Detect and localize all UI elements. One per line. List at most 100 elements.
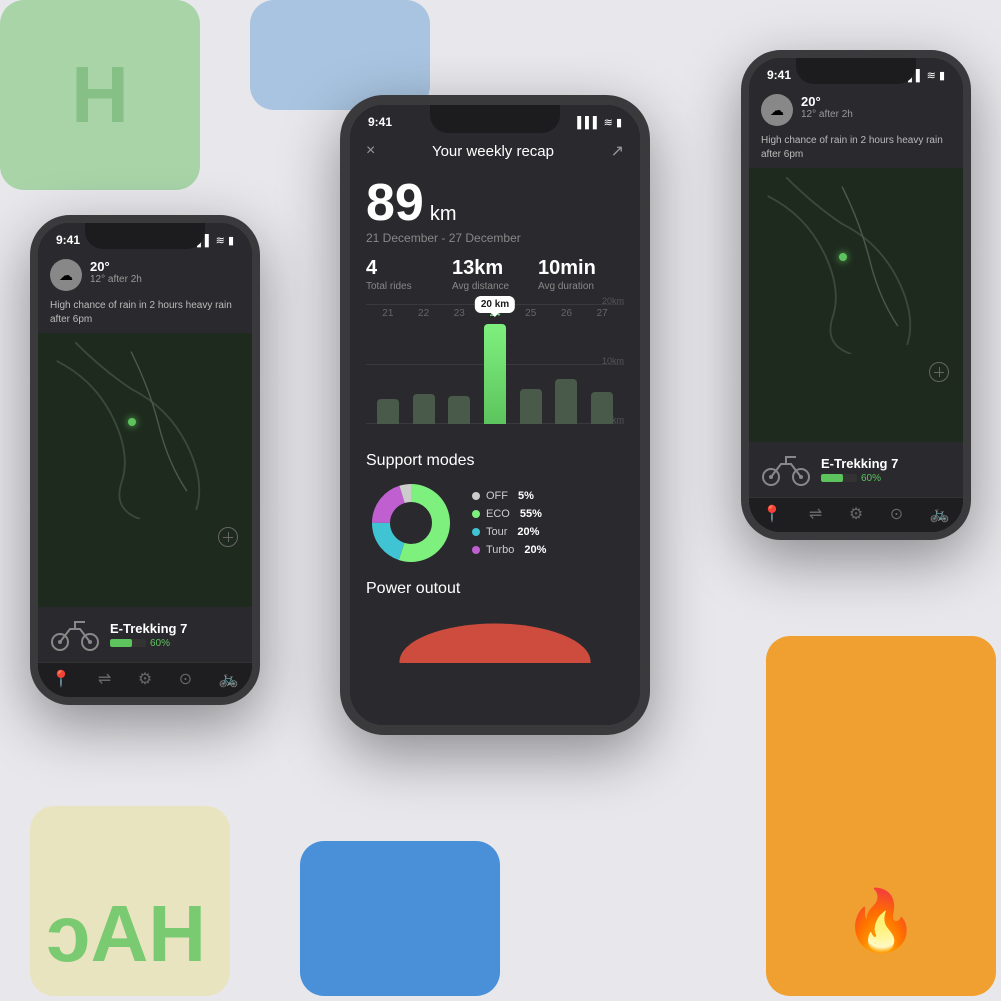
- weather-icon: ☁: [50, 259, 82, 291]
- legend-off: OFF 5%: [472, 490, 546, 502]
- bike-svg-left: [50, 617, 100, 652]
- battery-container-left: 60%: [110, 638, 187, 649]
- bar-22: [413, 394, 435, 424]
- bike-info-left: E-Trekking 7 60%: [110, 621, 187, 649]
- bar-26: [555, 379, 577, 424]
- weather-sub: 12° after 2h: [90, 274, 142, 285]
- battery-fill-right: [821, 474, 843, 482]
- weather-temp: 20°: [90, 259, 142, 274]
- stat-duration: 10min Avg duration: [538, 257, 624, 292]
- nav-icon-settings-left[interactable]: ⚙: [138, 669, 152, 689]
- deco-blue-card: [250, 0, 430, 110]
- close-icon[interactable]: ×: [366, 142, 375, 160]
- bar-24: 20 km: [484, 324, 506, 424]
- bar-tooltip: 20 km: [475, 296, 515, 313]
- support-modes-title: Support modes: [350, 444, 640, 474]
- nav-icon-route-left[interactable]: ⇌: [98, 669, 111, 689]
- mode-legend: OFF 5% ECO 55% Tour 20% Turbo 20%: [472, 490, 546, 556]
- bar-item-22: [406, 394, 442, 424]
- deco-orange-card: 🔥: [766, 636, 996, 996]
- legend-pct-off: 5%: [518, 490, 534, 502]
- power-section: [350, 602, 640, 668]
- phone-main-status-icons: ▌▌▌ ≋ ▮: [577, 116, 622, 129]
- bar-27: [591, 392, 613, 424]
- legend-dot-eco: [472, 510, 480, 518]
- battery-pct-right: 60%: [861, 473, 881, 484]
- stat-rides-label: Total rides: [366, 281, 452, 292]
- nav-icon-settings-right[interactable]: ⚙: [849, 504, 863, 524]
- phone-main-time: 9:41: [368, 115, 392, 129]
- power-output-title: Power outout: [350, 572, 640, 602]
- share-icon[interactable]: ↗: [611, 141, 624, 161]
- distance-number: 89: [366, 177, 424, 229]
- chart-container: 20km 10km 0km 20 km 21222324252627: [350, 300, 640, 444]
- stat-rides: 4 Total rides: [366, 257, 452, 292]
- phone-left-notch: [85, 223, 205, 249]
- deco-green-card: H: [0, 0, 200, 190]
- stat-duration-label: Avg duration: [538, 281, 624, 292]
- deco-green-letter: H: [71, 49, 129, 141]
- phone-main-content: 9:41 ▌▌▌ ≋ ▮ × Your weekly recap ↗ 89 km…: [350, 105, 640, 725]
- bike-icon-left: [50, 617, 100, 652]
- battery-fill-left: [110, 639, 132, 647]
- map-dot-left: [128, 418, 136, 426]
- legend-label-tour: Tour: [486, 526, 507, 538]
- legend-pct-tour: 20%: [517, 526, 539, 538]
- donut-chart: [366, 478, 456, 568]
- bike-svg-right: [761, 452, 811, 487]
- stat-distance: 13km Avg distance: [452, 257, 538, 292]
- phone-left-time: 9:41: [56, 233, 80, 247]
- battery-bar-right: [821, 474, 857, 482]
- phone-main: 9:41 ▌▌▌ ≋ ▮ × Your weekly recap ↗ 89 km…: [340, 95, 650, 735]
- phone-left-weather: ☁ 20° 12° after 2h: [38, 251, 252, 299]
- nav-icon-bike-right[interactable]: 🚲: [930, 504, 950, 524]
- bike-section-left: E-Trekking 7 60%: [38, 607, 252, 662]
- map-dot-right: [839, 253, 847, 261]
- chart-area: 20km 10km 0km 20 km 21222324252627: [366, 304, 624, 444]
- bike-section-right: E-Trekking 7 60%: [749, 442, 963, 497]
- recap-distance-section: 89 km 21 December - 27 December: [350, 167, 640, 249]
- bar-item-27: [584, 392, 620, 424]
- legend-tour: Tour 20%: [472, 526, 546, 538]
- stat-distance-label: Avg distance: [452, 281, 538, 292]
- distance-unit: km: [430, 203, 457, 226]
- distance-display: 89 km: [366, 177, 624, 229]
- map-svg-right: [749, 168, 963, 354]
- nav-icon-info-right[interactable]: ⊙: [890, 504, 903, 524]
- legend-dot-turbo: [472, 546, 480, 554]
- map-crosshair-left: [218, 527, 238, 547]
- bar-item-24: 20 km: [477, 324, 513, 424]
- phone-right-content: 9:41 ▌▌▌ ≋ ▮ ☁ 20° 12° after 2h High cha…: [749, 58, 963, 532]
- deco-yellow-letter: HAc: [46, 888, 206, 980]
- map-crosshair-right: [929, 362, 949, 382]
- weather-icon-right: ☁: [761, 94, 793, 126]
- deco-orange-icon: 🔥: [844, 885, 919, 956]
- nav-icon-info-left[interactable]: ⊙: [179, 669, 192, 689]
- phone-right-map: [749, 168, 963, 442]
- weather-desc-right: High chance of rain in 2 hours heavy rai…: [749, 134, 963, 168]
- legend-dot-tour: [472, 528, 480, 536]
- deco-yellow-card: HAc: [30, 806, 230, 996]
- phone-right: 9:41 ▌▌▌ ≋ ▮ ☁ 20° 12° after 2h High cha…: [741, 50, 971, 540]
- phone-left-map: [38, 333, 252, 607]
- weather-info: 20° 12° after 2h: [90, 259, 142, 285]
- nav-icon-route-right[interactable]: ⇌: [809, 504, 822, 524]
- bar-item-23: [441, 396, 477, 424]
- nav-icon-location-left[interactable]: 📍: [51, 669, 71, 689]
- legend-pct-eco: 55%: [520, 508, 542, 520]
- phone-right-weather: ☁ 20° 12° after 2h: [749, 86, 963, 134]
- weather-desc: High chance of rain in 2 hours heavy rai…: [38, 299, 252, 333]
- stat-distance-value: 13km: [452, 257, 538, 280]
- legend-label-off: OFF: [486, 490, 508, 502]
- stats-row: 4 Total rides 13km Avg distance 10min Av…: [350, 249, 640, 300]
- legend-label-turbo: Turbo: [486, 544, 514, 556]
- battery-container-right: 60%: [821, 473, 898, 484]
- bike-info-right: E-Trekking 7 60%: [821, 456, 898, 484]
- nav-icon-location-right[interactable]: 📍: [762, 504, 782, 524]
- bar-23: [448, 396, 470, 424]
- legend-turbo: Turbo 20%: [472, 544, 546, 556]
- legend-dot-off: [472, 492, 480, 500]
- bars-row: 20 km: [366, 309, 624, 424]
- nav-icon-bike-left[interactable]: 🚲: [219, 669, 239, 689]
- bottom-nav-right: 📍 ⇌ ⚙ ⊙ 🚲: [749, 497, 963, 532]
